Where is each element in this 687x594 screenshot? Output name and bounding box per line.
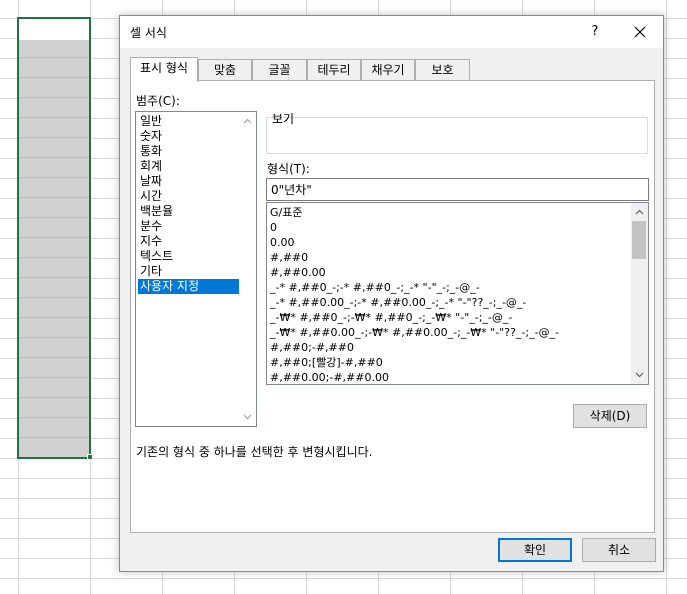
scroll-down-icon[interactable] bbox=[243, 412, 252, 421]
format-item[interactable]: _-* #,##0_-;-* #,##0_-;_-* "-"_-;_-@_- bbox=[270, 280, 625, 295]
category-item-text[interactable]: 텍스트 bbox=[138, 249, 239, 264]
category-item-scientific[interactable]: 지수 bbox=[138, 234, 239, 249]
format-item[interactable]: _-₩* #,##0_-;-₩* #,##0_-;_-₩* "-"_-;_-@_… bbox=[270, 310, 625, 325]
scroll-down-icon[interactable] bbox=[635, 370, 644, 379]
format-item[interactable]: _-* #,##0.00_-;-* #,##0.00_-;_-* "-"??_-… bbox=[270, 295, 625, 310]
description-text: 기존의 형식 중 하나를 선택한 후 변형시킵니다. bbox=[136, 445, 373, 459]
scroll-up-icon[interactable] bbox=[635, 208, 644, 217]
format-type-label: 형식(T): bbox=[267, 162, 310, 176]
format-item[interactable]: G/표준 bbox=[270, 205, 625, 220]
category-item-time[interactable]: 시간 bbox=[138, 189, 239, 204]
category-item-custom[interactable]: 사용자 지정 bbox=[138, 279, 239, 294]
fill-handle[interactable] bbox=[87, 454, 93, 460]
category-item-percentage[interactable]: 백분율 bbox=[138, 204, 239, 219]
sample-preview-box bbox=[266, 117, 648, 154]
format-item[interactable]: _-₩* #,##0.00_-;-₩* #,##0.00_-;_-₩* "-"?… bbox=[270, 325, 625, 340]
dialog-title: 셀 서식 bbox=[130, 26, 167, 40]
help-button[interactable]: ? bbox=[580, 19, 610, 45]
tab-font[interactable]: 글꼴 bbox=[252, 59, 307, 81]
tab-fill[interactable]: 채우기 bbox=[361, 59, 415, 81]
category-item-fraction[interactable]: 분수 bbox=[138, 219, 239, 234]
category-item-number[interactable]: 숫자 bbox=[138, 129, 239, 144]
category-item-special[interactable]: 기타 bbox=[138, 264, 239, 279]
format-cells-dialog: 셀 서식 ? 표시 형식 맞춤 글꼴 테두리 채우기 보호 범주(C): 일반 … bbox=[119, 15, 664, 572]
category-item-currency[interactable]: 통화 bbox=[138, 144, 239, 159]
format-list-scrollbar[interactable] bbox=[631, 203, 648, 384]
format-item[interactable]: #,##0 bbox=[270, 250, 625, 265]
tab-number[interactable]: 표시 형식 bbox=[130, 57, 198, 82]
scroll-up-icon[interactable] bbox=[243, 117, 252, 126]
active-cell[interactable] bbox=[19, 19, 89, 40]
category-item-date[interactable]: 날짜 bbox=[138, 174, 239, 189]
close-icon bbox=[634, 26, 646, 38]
format-type-input[interactable] bbox=[266, 178, 649, 201]
format-item[interactable]: 0.00 bbox=[270, 235, 625, 250]
format-type-list[interactable]: G/표준 0 0.00 #,##0 #,##0.00 _-* #,##0_-;-… bbox=[266, 202, 649, 385]
tab-alignment[interactable]: 맞춤 bbox=[198, 59, 252, 81]
category-item-general[interactable]: 일반 bbox=[138, 114, 239, 129]
ok-button[interactable]: 확인 bbox=[498, 538, 572, 562]
tab-protection[interactable]: 보호 bbox=[415, 59, 470, 81]
scroll-thumb[interactable] bbox=[632, 221, 646, 259]
category-item-accounting[interactable]: 회계 bbox=[138, 159, 239, 174]
close-button[interactable] bbox=[625, 19, 655, 45]
sample-label: 보기 bbox=[272, 112, 295, 126]
category-list[interactable]: 일반 숫자 통화 회계 날짜 시간 백분율 분수 지수 텍스트 기타 사용자 지… bbox=[135, 111, 257, 427]
selected-cell-range[interactable] bbox=[17, 17, 91, 459]
format-item[interactable]: #,##0;-#,##0 bbox=[270, 340, 625, 355]
format-item[interactable]: 0 bbox=[270, 220, 625, 235]
category-label: 범주(C): bbox=[136, 94, 180, 108]
delete-button[interactable]: 삭제(D) bbox=[573, 404, 647, 428]
category-scrollbar[interactable] bbox=[239, 112, 256, 426]
cancel-button[interactable]: 취소 bbox=[582, 538, 656, 562]
tab-border[interactable]: 테두리 bbox=[307, 59, 361, 81]
format-item[interactable]: #,##0.00 bbox=[270, 265, 625, 280]
dialog-titlebar: 셀 서식 ? bbox=[120, 16, 663, 48]
format-item[interactable]: #,##0;[빨강]-#,##0 bbox=[270, 355, 625, 370]
format-item[interactable]: #,##0.00;-#,##0.00 bbox=[270, 370, 625, 384]
